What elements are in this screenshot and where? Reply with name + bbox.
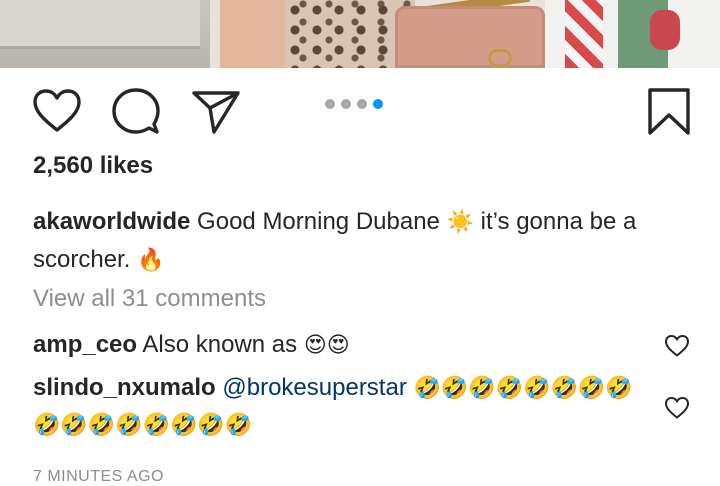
comment-like-heart-icon[interactable] — [665, 335, 689, 357]
photo-bag-clasp — [488, 49, 512, 67]
comment-username[interactable]: amp_ceo — [33, 331, 137, 358]
post-caption: akaworldwide Good Morning Dubane ☀️ it’s… — [33, 203, 683, 279]
caption-username[interactable]: akaworldwide — [33, 208, 190, 235]
comment-text: Also known as — [137, 331, 304, 358]
carousel-dot — [373, 99, 383, 109]
bookmark-icon[interactable] — [648, 88, 690, 136]
photo-red-item — [650, 10, 680, 50]
photo-handbag — [395, 6, 545, 68]
photo-frame — [0, 0, 200, 49]
comment-icon[interactable] — [112, 88, 160, 136]
heart-eyes-emoji: 😍😍 — [303, 333, 350, 358]
carousel-indicator — [325, 99, 383, 109]
comment-like-heart-icon[interactable] — [665, 397, 689, 419]
sun-emoji: ☀️ — [446, 210, 474, 235]
view-all-comments-link[interactable]: View all 31 comments — [33, 285, 266, 313]
comment-username[interactable]: slindo_nxumalo — [33, 374, 216, 401]
caption-text-1: Good Morning Dubane — [190, 208, 447, 235]
carousel-dot — [341, 99, 351, 109]
photo-striped-item — [565, 0, 603, 68]
likes-count[interactable]: 2,560 likes — [33, 152, 153, 180]
share-icon[interactable] — [192, 90, 240, 134]
comment-item: slindo_nxumalo @brokesuperstar 🤣🤣🤣🤣🤣🤣🤣🤣🤣… — [33, 370, 653, 444]
fire-emoji: 🔥 — [137, 248, 165, 273]
heart-icon[interactable] — [33, 89, 81, 133]
post-photo[interactable] — [0, 0, 720, 68]
carousel-dot — [357, 99, 367, 109]
comment-item: amp_ceo Also known as 😍😍 — [33, 327, 653, 364]
carousel-dot — [325, 99, 335, 109]
mention-link[interactable]: @brokesuperstar — [216, 374, 414, 401]
post-timestamp: 7 MINUTES AGO — [33, 468, 164, 485]
